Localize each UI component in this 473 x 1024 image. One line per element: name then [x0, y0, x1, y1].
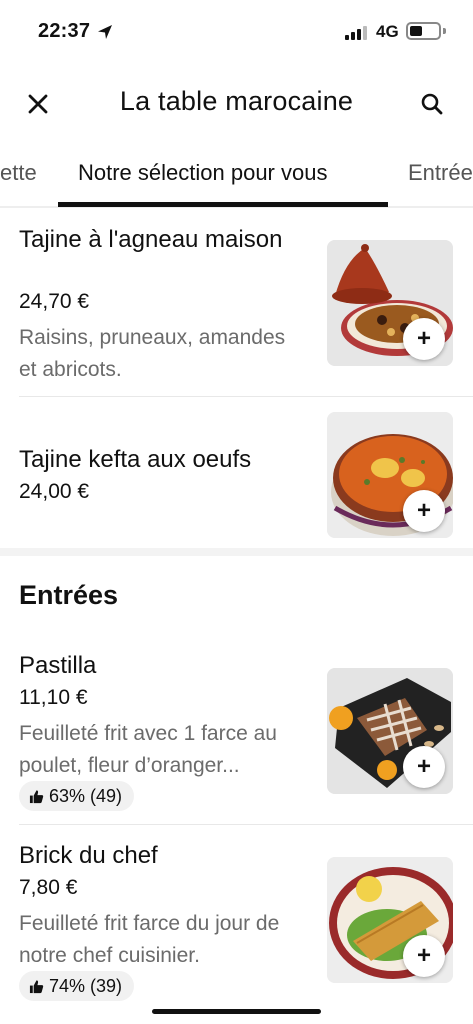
item-name: Pastilla	[19, 652, 97, 679]
item-name: Tajine kefta aux oeufs	[19, 446, 252, 473]
item-price: 11,10 €	[19, 686, 88, 709]
search-button[interactable]	[416, 88, 448, 120]
network-type: 4G	[376, 22, 399, 41]
thumbs-up-icon	[29, 789, 44, 803]
tab-notre-selection[interactable]: Notre sélection pour vous	[78, 160, 327, 186]
rating-badge: 63% (49)	[19, 781, 135, 811]
rating-badge: 74% (39)	[19, 971, 135, 1001]
thumbs-up-icon	[29, 979, 44, 993]
item-price: 7,80 €	[19, 876, 78, 899]
item-name: Tajine à l'agneau maison	[19, 226, 283, 253]
section-separator	[0, 548, 473, 556]
location-arrow-icon	[98, 25, 112, 39]
item-description: Feuilleté frit farce du jour de notre ch…	[19, 912, 280, 967]
item-name: Brick du chef	[19, 842, 158, 869]
status-bar: 22:37 4G	[0, 0, 473, 62]
divider	[19, 396, 473, 397]
divider	[19, 824, 473, 825]
active-tab-indicator	[58, 202, 388, 207]
item-price: 24,00 €	[19, 480, 90, 503]
signal-icon	[345, 24, 369, 40]
rating-text: 63% (49)	[49, 785, 123, 806]
search-icon	[421, 93, 443, 115]
header: La table marocaine	[0, 76, 473, 130]
add-to-cart-button[interactable]: +	[403, 318, 445, 360]
section-title: Entrées	[19, 580, 119, 610]
item-price: 24,70 €	[19, 290, 90, 313]
item-description: Raisins, pruneaux, amandes et abricots.	[19, 326, 286, 381]
add-to-cart-button[interactable]: +	[403, 935, 445, 977]
tab-entrees[interactable]: Entrée	[408, 160, 473, 186]
item-description: Feuilleté frit avec 1 farce au poulet, f…	[19, 722, 277, 777]
home-indicator	[152, 1009, 321, 1014]
battery-cap	[443, 28, 446, 34]
battery-icon	[406, 22, 441, 40]
category-tabs: ette Notre sélection pour vous Entrée	[0, 150, 473, 208]
add-to-cart-button[interactable]: +	[403, 490, 445, 532]
page-title: La table marocaine	[119, 86, 354, 116]
status-time: 22:37	[38, 20, 91, 42]
add-to-cart-button[interactable]: +	[403, 746, 445, 788]
rating-text: 74% (39)	[49, 975, 123, 996]
tab-previous[interactable]: ette	[0, 160, 37, 186]
